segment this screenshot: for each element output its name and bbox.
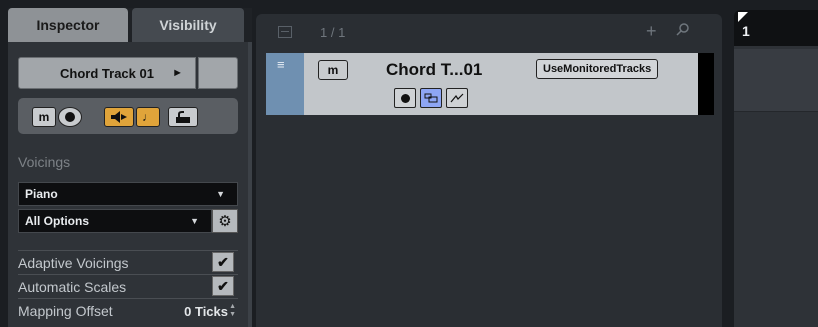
caret-down-icon: ▼: [216, 189, 225, 199]
voicing-value: Piano: [25, 187, 58, 201]
mapping-offset-row: Mapping Offset 0 Ticks ▲ ▼: [18, 298, 238, 323]
track-name-end-button[interactable]: [198, 57, 238, 89]
add-track-icon[interactable]: +: [646, 21, 657, 42]
voicing-options-dropdown[interactable]: All Options ▼: [18, 209, 212, 233]
inspector-panel: Inspector Visibility Chord Track 01 ► m …: [8, 8, 252, 327]
tab-inspector[interactable]: Inspector: [8, 8, 128, 42]
track-controls: m ♩: [18, 98, 238, 134]
inspector-body: Chord Track 01 ► m ♩ Voicings Piano ▼ Al…: [8, 42, 252, 327]
mapping-offset-label: Mapping Offset: [18, 303, 113, 319]
adaptive-voicings-row: Adaptive Voicings ✔: [18, 250, 238, 275]
track-list-header: 1 / 1 +: [256, 14, 722, 50]
spinner-arrows-icon[interactable]: ▲ ▼: [229, 303, 236, 319]
track-row[interactable]: ≡ m Chord T...01 UseMonitoredTracks: [266, 53, 714, 115]
monitor-button[interactable]: [104, 107, 134, 127]
record-icon: [400, 93, 410, 103]
track-level-meter: [698, 53, 714, 115]
mapping-offset-value[interactable]: 0 Ticks: [184, 304, 228, 319]
ruler-bar-number: 1: [742, 23, 750, 39]
triangle-right-icon[interactable]: ►: [172, 67, 183, 79]
record-enable-button[interactable]: [58, 107, 82, 127]
search-icon[interactable]: [676, 22, 690, 41]
automatic-scales-checkbox[interactable]: ✔: [212, 276, 234, 296]
tab-visibility[interactable]: Visibility: [132, 8, 244, 42]
left-locator-icon[interactable]: [738, 12, 748, 22]
mute-button[interactable]: m: [32, 107, 56, 127]
track-name-row: Chord Track 01 ►: [18, 57, 238, 89]
track-record-button[interactable]: [394, 88, 416, 108]
musical-time-button[interactable]: ♩: [136, 107, 160, 127]
track-color-strip[interactable]: ≡: [266, 53, 304, 115]
edit-curve-icon: [450, 93, 464, 103]
magnifier-glyph: [676, 23, 689, 36]
caret-down-icon: ▼: [190, 216, 199, 226]
track-folder-button[interactable]: [420, 88, 442, 108]
lock-button[interactable]: [168, 107, 198, 127]
note-icon: ♩: [142, 110, 154, 124]
adaptive-voicings-checkbox[interactable]: ✔: [212, 252, 234, 272]
ruler[interactable]: 1: [734, 10, 818, 46]
track-edit-button[interactable]: [446, 88, 468, 108]
options-value: All Options: [25, 214, 89, 228]
lock-icon: [176, 111, 190, 123]
adaptive-voicings-label: Adaptive Voicings: [18, 255, 129, 271]
chord-track-icon: ≡: [277, 57, 285, 72]
project-view: 1: [734, 10, 818, 327]
list-view-icon[interactable]: [278, 26, 292, 38]
track-name-field[interactable]: Chord Track 01 ►: [18, 57, 196, 89]
automatic-scales-row: Automatic Scales ✔: [18, 274, 238, 299]
settings-button[interactable]: ⚙: [212, 209, 238, 233]
track-mute-button[interactable]: m: [318, 60, 348, 80]
checkmark-icon: ✔: [217, 253, 229, 270]
event-lane[interactable]: [734, 49, 818, 112]
voicing-dropdown[interactable]: Piano ▼: [18, 182, 238, 206]
automatic-scales-label: Automatic Scales: [18, 279, 127, 295]
gear-icon: ⚙: [218, 213, 232, 230]
record-icon: [65, 112, 75, 122]
track-list: 1 / 1 + ≡ m Chord T...01 UseMonitoredTra…: [256, 14, 722, 327]
use-monitored-tracks-button[interactable]: UseMonitoredTracks: [536, 59, 659, 79]
folder-icon: [424, 93, 438, 103]
track-count: 1 / 1: [320, 25, 346, 40]
track-name-label: Chord Track 01: [60, 65, 154, 81]
voicings-heading: Voicings: [18, 154, 71, 170]
checkmark-icon: ✔: [217, 277, 229, 294]
track-name[interactable]: Chord T...01: [386, 60, 482, 80]
speaker-icon: [111, 111, 127, 123]
